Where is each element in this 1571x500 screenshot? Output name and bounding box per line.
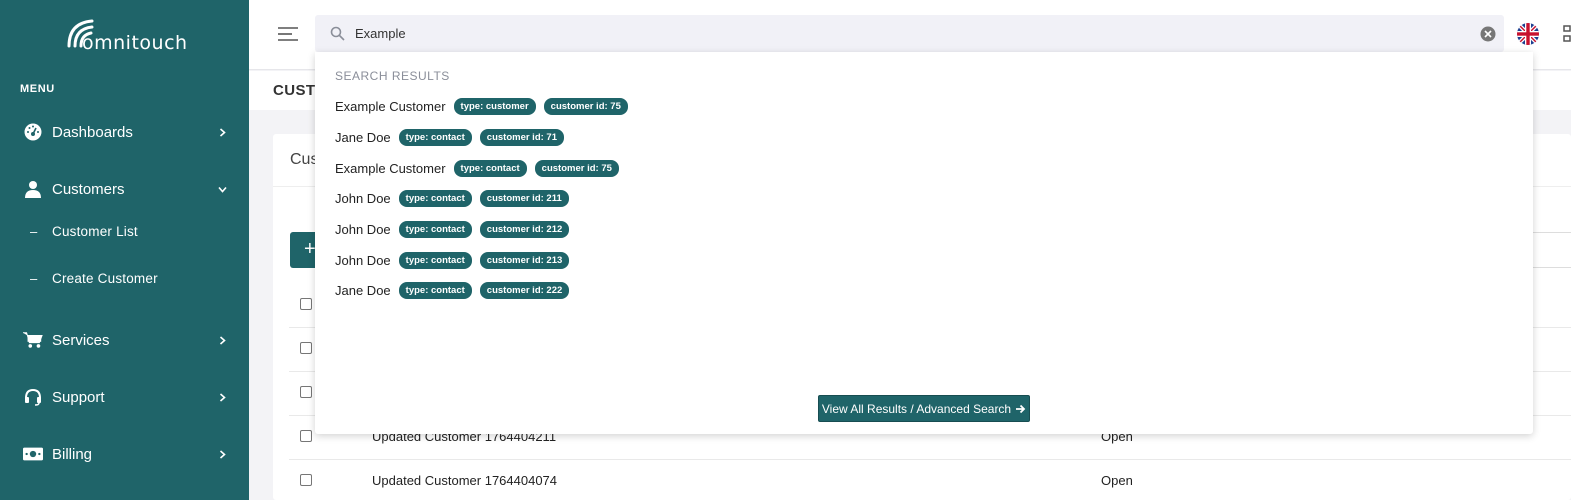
cart-icon — [23, 330, 43, 350]
dashboard-gauge-icon — [23, 122, 43, 142]
chevron-down-icon — [218, 186, 227, 193]
type-badge: type: contact — [398, 220, 472, 238]
money-bill-icon — [23, 444, 43, 464]
sidebar-item-dashboards[interactable]: Dashboards — [0, 112, 249, 152]
sidebar-item-billing[interactable]: Billing — [0, 434, 249, 474]
dash-bullet: – — [30, 270, 38, 286]
search-results-dropdown: SEARCH RESULTS Example Customer type: cu… — [315, 52, 1533, 434]
search-result-item[interactable]: Jane Doe type: contact customer id: 71 — [335, 127, 564, 147]
chevron-right-icon — [219, 449, 226, 459]
customer-id-badge: customer id: 75 — [543, 97, 628, 115]
result-name: Example Customer — [335, 98, 446, 114]
sidebar: omnitouch MENU Dashboards Customers – Cu… — [0, 0, 249, 500]
customer-id-badge: customer id: 75 — [534, 159, 619, 177]
global-search — [315, 15, 1504, 52]
result-name: John Doe — [335, 252, 391, 268]
search-result-item[interactable]: Jane Doe type: contact customer id: 222 — [335, 280, 570, 300]
chevron-right-icon — [219, 392, 226, 402]
customer-id-badge: customer id: 222 — [479, 281, 570, 299]
row-checkbox[interactable] — [300, 386, 312, 398]
sidebar-subitem-label: Create Customer — [52, 270, 158, 286]
sidebar-item-label: Billing — [52, 445, 93, 463]
search-input[interactable] — [355, 15, 1455, 52]
user-icon — [23, 179, 43, 199]
customer-id-badge: customer id: 211 — [479, 189, 569, 207]
sidebar-subitem-create-customer[interactable]: – Create Customer — [0, 263, 249, 293]
sidebar-item-customers[interactable]: Customers — [0, 169, 249, 209]
type-badge: type: customer — [453, 97, 536, 115]
row-checkbox[interactable] — [300, 474, 312, 486]
hamburger-menu-icon[interactable] — [277, 25, 299, 43]
row-checkbox[interactable] — [300, 430, 312, 442]
sidebar-item-label: Dashboards — [52, 123, 133, 141]
result-name: John Doe — [335, 190, 391, 206]
menu-title: MENU — [20, 83, 55, 95]
status-cell: Open — [1101, 473, 1133, 488]
result-name: Jane Doe — [335, 282, 391, 298]
search-result-item[interactable]: John Doe type: contact customer id: 211 — [335, 188, 569, 208]
arrow-right-icon — [1016, 404, 1026, 413]
type-badge: type: contact — [398, 251, 472, 269]
search-icon — [330, 26, 345, 41]
type-badge: type: contact — [398, 189, 472, 207]
chevron-right-icon — [219, 335, 226, 345]
search-result-item[interactable]: John Doe type: contact customer id: 212 — [335, 219, 570, 239]
sidebar-item-label: Support — [52, 388, 105, 406]
apps-grid-icon[interactable] — [1563, 24, 1571, 44]
logo-text: omnitouch — [82, 32, 188, 54]
sidebar-item-label: Services — [52, 331, 110, 349]
sidebar-subitem-label: Customer List — [52, 223, 138, 239]
customer-id-badge: customer id: 213 — [479, 251, 570, 269]
table-row[interactable]: Updated Customer 1764404074 Open — [289, 460, 1571, 500]
row-checkbox[interactable] — [300, 342, 312, 354]
chevron-right-icon — [219, 127, 226, 137]
headset-icon — [23, 387, 43, 407]
type-badge: type: contact — [453, 159, 527, 177]
search-result-item[interactable]: John Doe type: contact customer id: 213 — [335, 250, 570, 270]
search-result-item[interactable]: Example Customer type: customer customer… — [335, 96, 628, 116]
search-result-item[interactable]: Example Customer type: contact customer … — [335, 158, 619, 178]
customer-id-badge: customer id: 212 — [479, 220, 570, 238]
result-name: Example Customer — [335, 160, 446, 176]
dash-bullet: – — [30, 223, 38, 239]
row-checkbox[interactable] — [300, 298, 312, 310]
view-all-label: View All Results / Advanced Search — [821, 401, 1012, 416]
customer-id-badge: customer id: 71 — [479, 128, 564, 146]
search-results-title: SEARCH RESULTS — [335, 69, 450, 83]
result-name: John Doe — [335, 221, 391, 237]
clear-search-icon[interactable] — [1480, 26, 1496, 42]
uk-flag-icon[interactable] — [1517, 23, 1539, 45]
sidebar-subitem-customer-list[interactable]: – Customer List — [0, 216, 249, 246]
sidebar-item-services[interactable]: Services — [0, 320, 249, 360]
type-badge: type: contact — [398, 128, 472, 146]
view-all-results-button[interactable]: View All Results / Advanced Search — [818, 395, 1030, 422]
customer-name-cell[interactable]: Updated Customer 1764404074 — [372, 473, 557, 488]
sidebar-item-support[interactable]: Support — [0, 377, 249, 417]
result-name: Jane Doe — [335, 129, 391, 145]
omnitouch-logo[interactable]: omnitouch — [66, 18, 188, 58]
type-badge: type: contact — [398, 281, 472, 299]
sidebar-item-label: Customers — [52, 180, 125, 198]
